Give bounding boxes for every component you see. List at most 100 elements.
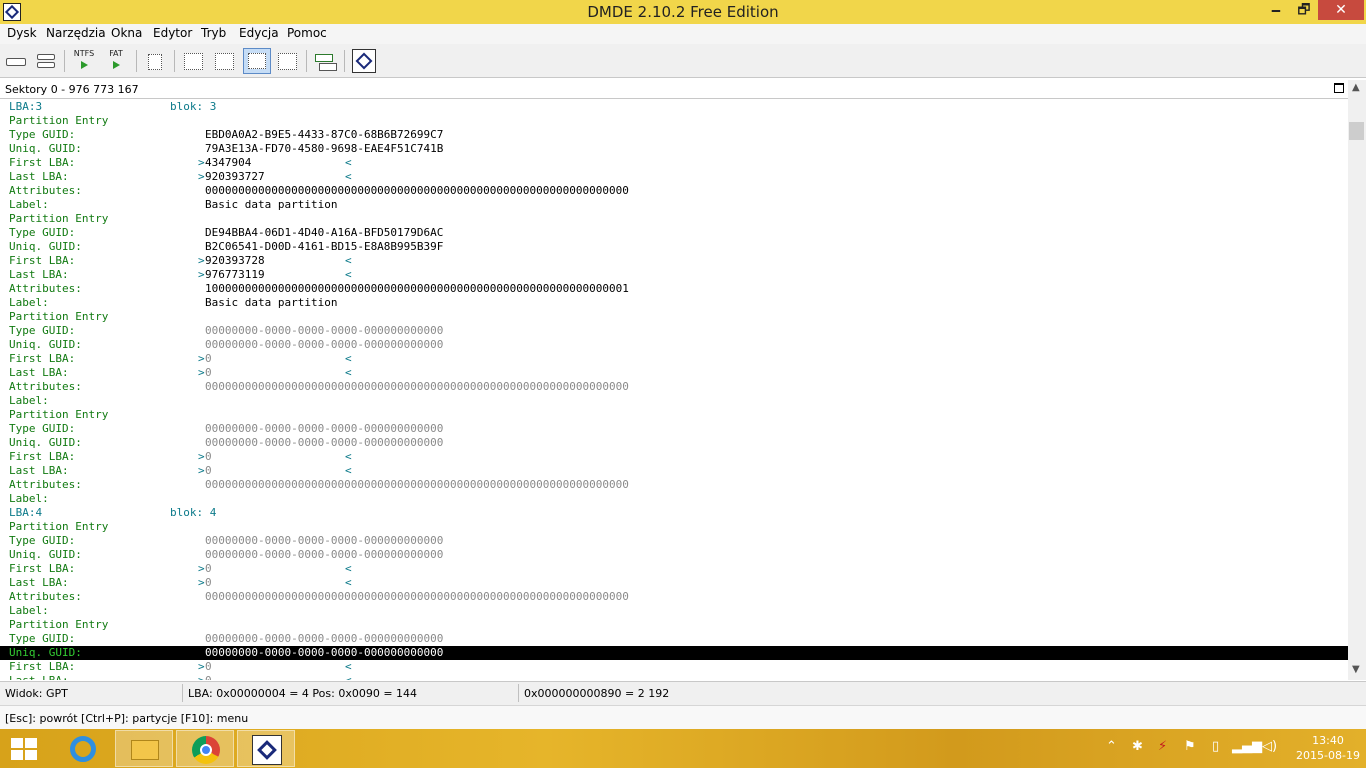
disk-icon[interactable] xyxy=(4,49,28,73)
menu-item-edytor[interactable]: Edytor xyxy=(153,26,192,40)
field-row[interactable]: Partition Entry xyxy=(0,114,1348,128)
pane-maximize-button[interactable] xyxy=(1334,83,1344,93)
chevron-up-icon[interactable]: ⌃ xyxy=(1106,739,1117,754)
internet-explorer-icon[interactable] xyxy=(54,730,112,767)
field-value[interactable]: 00000000-0000-0000-0000-000000000000 xyxy=(205,422,443,435)
field-row[interactable]: Partition Entry xyxy=(0,520,1348,534)
field-row[interactable]: First LBA: >0 < xyxy=(0,352,1348,366)
lba-row[interactable]: LBA:3 blok: 3 xyxy=(0,100,1348,114)
field-row[interactable]: Attributes: 00000000000000000000000000000… xyxy=(0,478,1348,492)
flag-icon[interactable]: ⚑ xyxy=(1184,739,1196,754)
field-row[interactable]: Type GUID: 00000000-0000-0000-0000-000000… xyxy=(0,632,1348,646)
field-row[interactable]: Uniq. GUID: 00000000-0000-0000-0000-00000… xyxy=(0,548,1348,562)
field-row[interactable]: Uniq. GUID: 00000000-0000-0000-0000-00000… xyxy=(0,436,1348,450)
field-row[interactable]: Uniq. GUID: 79A3E13A-FD70-4580-9698-EAE4F… xyxy=(0,142,1348,156)
menu-item-pomoc[interactable]: Pomoc xyxy=(287,26,327,40)
field-value[interactable]: 00000000-0000-0000-0000-000000000000 xyxy=(205,324,443,337)
field-value[interactable]: 920393727 xyxy=(205,170,265,183)
field-value[interactable]: 00000000-0000-0000-0000-000000000000 xyxy=(205,632,443,645)
menu-item-tryb[interactable]: Tryb xyxy=(201,26,226,40)
field-row[interactable]: First LBA: >0 < xyxy=(0,450,1348,464)
field-value[interactable]: 00000000-0000-0000-0000-000000000000 xyxy=(205,436,443,449)
file-explorer-icon[interactable] xyxy=(115,730,173,767)
field-value[interactable]: 1000000000000000000000000000000000000000… xyxy=(205,282,629,295)
field-row[interactable]: First LBA: >4347904 < xyxy=(0,156,1348,170)
view-template-icon[interactable] xyxy=(243,48,271,74)
field-row[interactable]: Last LBA: >0 < xyxy=(0,366,1348,380)
field-row[interactable]: Attributes: 00000000000000000000000000000… xyxy=(0,380,1348,394)
field-value[interactable]: 00000000-0000-0000-0000-000000000000 xyxy=(205,646,443,659)
field-row[interactable]: Attributes: 00000000000000000000000000000… xyxy=(0,184,1348,198)
field-value[interactable]: 0 xyxy=(205,562,212,575)
battery-icon[interactable]: ▯ xyxy=(1212,739,1219,754)
field-row[interactable]: First LBA: >920393728 < xyxy=(0,254,1348,268)
scroll-up-icon[interactable]: ▲ xyxy=(1352,82,1360,93)
field-row[interactable]: Last LBA: >0 < xyxy=(0,674,1348,680)
field-row[interactable]: Label: Basic data partition xyxy=(0,198,1348,212)
field-row[interactable]: Label: xyxy=(0,394,1348,408)
field-value[interactable]: 976773119 xyxy=(205,268,265,281)
copy-sectors-icon[interactable] xyxy=(313,49,337,73)
field-value[interactable]: 79A3E13A-FD70-4580-9698-EAE4F51C741B xyxy=(205,142,443,155)
new-window-icon[interactable] xyxy=(143,49,167,73)
volume-icon[interactable]: ◁) xyxy=(1262,739,1277,754)
avira-icon[interactable]: ⚡ xyxy=(1158,739,1167,754)
field-value[interactable]: 00000000-0000-0000-0000-000000000000 xyxy=(205,338,443,351)
field-value[interactable]: 0 xyxy=(205,674,212,680)
signal-icon[interactable]: ▂▄▆ xyxy=(1232,739,1262,754)
field-value[interactable]: 0000000000000000000000000000000000000000… xyxy=(205,184,629,197)
field-row[interactable]: Type GUID: 00000000-0000-0000-0000-000000… xyxy=(0,534,1348,548)
ntfs-scan-icon[interactable]: NTFS xyxy=(72,49,96,73)
field-row[interactable]: Last LBA: >976773119 < xyxy=(0,268,1348,282)
field-row[interactable]: Type GUID: 00000000-0000-0000-0000-000000… xyxy=(0,324,1348,338)
field-value[interactable]: 0 xyxy=(205,352,212,365)
field-value[interactable]: 00000000-0000-0000-0000-000000000000 xyxy=(205,534,443,547)
field-row[interactable]: Type GUID: EBD0A0A2-B9E5-4433-87C0-68B6B7… xyxy=(0,128,1348,142)
field-row[interactable]: Type GUID: 00000000-0000-0000-0000-000000… xyxy=(0,422,1348,436)
start-button[interactable] xyxy=(10,738,38,760)
fat-scan-icon[interactable]: FAT xyxy=(104,49,128,73)
field-value[interactable]: B2C06541-D00D-4161-BD15-E8A8B995B39F xyxy=(205,240,443,253)
view-hex-icon[interactable] xyxy=(181,49,205,73)
menu-item-narzedzia[interactable]: Narzędzia xyxy=(46,26,106,40)
field-value[interactable]: 00000000-0000-0000-0000-000000000000 xyxy=(205,548,443,561)
view-text-icon[interactable] xyxy=(212,49,236,73)
field-value[interactable]: 0000000000000000000000000000000000000000… xyxy=(205,380,629,393)
dmde-logo-icon[interactable] xyxy=(352,49,376,73)
field-row[interactable]: Attributes: 10000000000000000000000000000… xyxy=(0,282,1348,296)
close-button[interactable]: ✕ xyxy=(1318,0,1364,20)
field-value[interactable]: EBD0A0A2-B9E5-4433-87C0-68B6B72699C7 xyxy=(205,128,443,141)
field-row[interactable]: Partition Entry xyxy=(0,408,1348,422)
field-value[interactable]: Basic data partition xyxy=(205,296,337,309)
field-value[interactable]: DE94BBA4-06D1-4D40-A16A-BFD50179D6AC xyxy=(205,226,443,239)
partitions-icon[interactable] xyxy=(34,49,58,73)
scroll-thumb[interactable] xyxy=(1349,122,1364,140)
field-row[interactable]: Partition Entry xyxy=(0,212,1348,226)
menu-item-edycja[interactable]: Edycja xyxy=(239,26,279,40)
field-row[interactable]: Label: xyxy=(0,492,1348,506)
field-value[interactable]: Basic data partition xyxy=(205,198,337,211)
chrome-icon[interactable] xyxy=(176,730,234,767)
field-value[interactable]: 0000000000000000000000000000000000000000… xyxy=(205,590,629,603)
field-value[interactable]: 0 xyxy=(205,576,212,589)
menu-item-okna[interactable]: Okna xyxy=(111,26,142,40)
field-row[interactable]: Partition Entry xyxy=(0,310,1348,324)
field-row[interactable]: Last LBA: >0 < xyxy=(0,576,1348,590)
field-row[interactable]: Label: xyxy=(0,604,1348,618)
network-tool-icon[interactable]: ✱ xyxy=(1132,739,1143,754)
find-icon[interactable] xyxy=(275,49,299,73)
field-row[interactable]: First LBA: >0 < xyxy=(0,660,1348,674)
field-row[interactable]: Uniq. GUID: B2C06541-D00D-4161-BD15-E8A8B… xyxy=(0,240,1348,254)
field-value[interactable]: 0 xyxy=(205,660,212,673)
field-value[interactable]: 0 xyxy=(205,464,212,477)
field-row[interactable]: Label: Basic data partition xyxy=(0,296,1348,310)
field-row[interactable]: Last LBA: >920393727 < xyxy=(0,170,1348,184)
field-row[interactable]: Partition Entry xyxy=(0,618,1348,632)
field-row[interactable]: Uniq. GUID: 00000000-0000-0000-0000-00000… xyxy=(0,646,1348,660)
lba-row[interactable]: LBA:4 blok: 4 xyxy=(0,506,1348,520)
menu-item-dysk[interactable]: Dysk xyxy=(7,26,37,40)
clock[interactable]: 13:40 2015-08-19 xyxy=(1296,733,1360,763)
field-row[interactable]: Type GUID: DE94BBA4-06D1-4D40-A16A-BFD501… xyxy=(0,226,1348,240)
field-value[interactable]: 0000000000000000000000000000000000000000… xyxy=(205,478,629,491)
restore-button[interactable]: 🗗 xyxy=(1290,0,1318,20)
